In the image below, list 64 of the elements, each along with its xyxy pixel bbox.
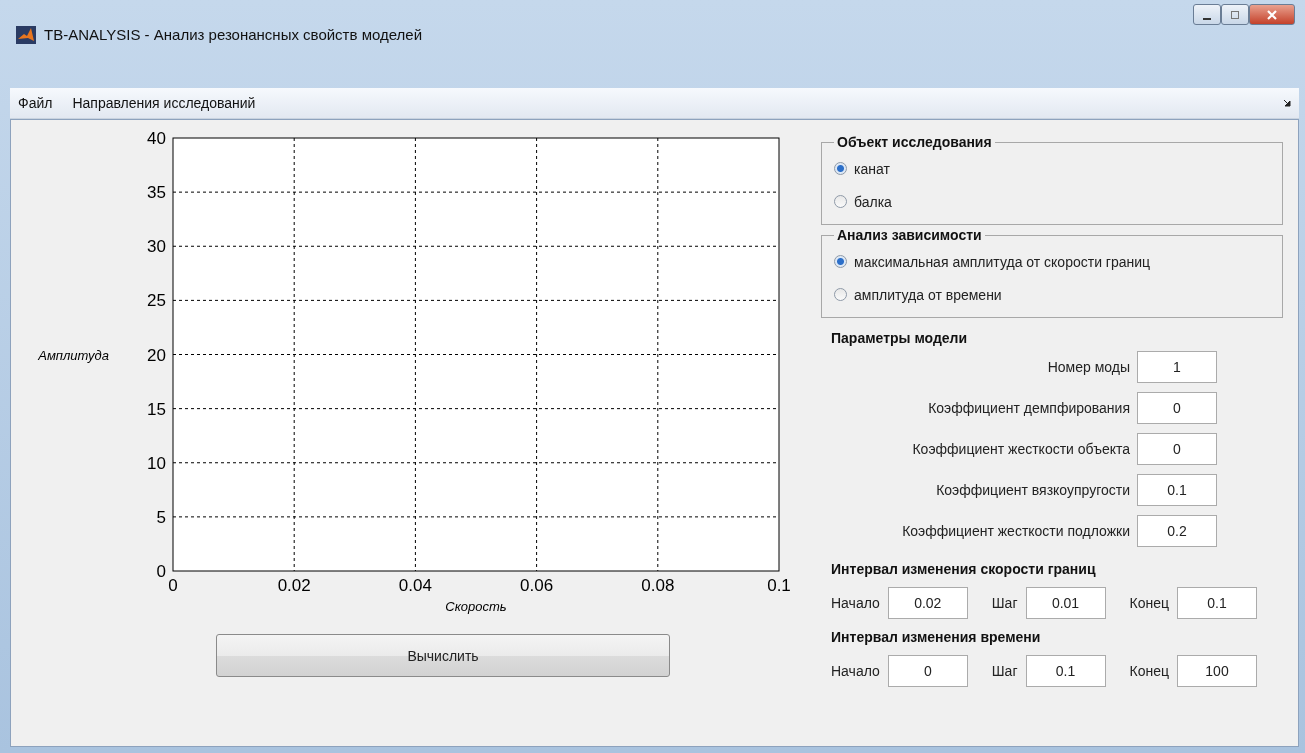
field-label: Шаг <box>991 595 1018 611</box>
field-label: Коэффициент жесткости объекта <box>912 440 1130 457</box>
input-field[interactable]: 0.1 <box>1137 473 1217 506</box>
radio-button[interactable] <box>834 255 847 268</box>
field-label: Начало <box>831 663 880 679</box>
field-label: Коэффициент вязкоупругости <box>936 481 1130 498</box>
radio-button[interactable] <box>834 288 847 301</box>
maximize-button[interactable] <box>1221 4 1249 25</box>
x-tick-label: 0.06 <box>520 576 554 595</box>
section-title: Интервал изменения скорости границ <box>831 561 1097 577</box>
field-label: Коэффициент жесткости подложки <box>902 522 1130 539</box>
input-field[interactable]: 0.1 <box>1177 587 1257 619</box>
radio-button[interactable] <box>834 195 847 208</box>
app-logo-icon <box>16 26 36 44</box>
radio-option[interactable]: максимальная амплитуда от скорости границ <box>834 245 1272 278</box>
section-title: Параметры модели <box>831 330 969 346</box>
x-tick-label: 0.1 <box>767 576 791 595</box>
field-label: Коэффициент демпфирования <box>928 399 1130 416</box>
y-tick-label: 15 <box>147 399 166 419</box>
maximize-icon <box>1230 9 1240 20</box>
field-label: Номер моды <box>1047 358 1130 375</box>
input-field[interactable]: 0 <box>1137 432 1217 465</box>
radio-option[interactable]: балка <box>834 185 1272 218</box>
y-tick-label: 0 <box>156 562 166 581</box>
input-field[interactable]: 0.1 <box>1025 655 1106 687</box>
input-field[interactable]: 100 <box>1177 655 1257 687</box>
y-axis-label: Амплитуда <box>38 347 109 363</box>
section-title: Интервал изменения времени <box>831 629 1042 645</box>
group-title: Анализ зависимости <box>836 227 983 243</box>
window-title: TB-ANALYSIS - Анализ резонансных свойств моделей <box>44 26 424 43</box>
menu-item[interactable]: Файл <box>18 95 53 111</box>
input-field[interactable]: 0.2 <box>1137 514 1217 547</box>
y-tick-label: 30 <box>147 237 166 257</box>
x-tick-label: 0.08 <box>641 576 675 595</box>
input-field[interactable]: 1 <box>1137 350 1217 383</box>
radio-button[interactable] <box>834 162 847 175</box>
close-icon <box>1266 8 1278 21</box>
y-tick-label: 10 <box>147 453 166 473</box>
menu-item[interactable]: Направления исследований <box>72 95 256 111</box>
field-label: Конец <box>1129 595 1169 611</box>
dock-arrow-icon[interactable] <box>1283 99 1291 107</box>
field-label: Конец <box>1129 663 1169 679</box>
input-field[interactable]: 0 <box>1137 391 1217 424</box>
y-tick-label: 40 <box>147 129 166 148</box>
x-tick-label: 0 <box>168 576 178 595</box>
minimize-button[interactable] <box>1193 4 1221 25</box>
input-field[interactable]: 0.02 <box>887 587 968 619</box>
compute-button[interactable]: Вычислить <box>216 634 670 677</box>
field-label: Шаг <box>991 663 1018 679</box>
y-tick-label: 5 <box>156 507 166 527</box>
input-field[interactable]: 0.01 <box>1025 587 1106 619</box>
y-tick-label: 25 <box>147 291 166 311</box>
x-axis-label: Скорость <box>445 599 507 614</box>
close-button[interactable] <box>1249 4 1295 25</box>
radio-option[interactable]: амплитуда от времени <box>834 278 1272 311</box>
radio-option[interactable]: канат <box>834 152 1272 185</box>
x-tick-label: 0.02 <box>277 576 311 595</box>
input-field[interactable]: 0 <box>887 655 968 687</box>
field-label: Начало <box>831 595 880 611</box>
y-tick-label: 35 <box>147 183 166 203</box>
x-tick-label: 0.04 <box>398 576 432 595</box>
minimize-icon <box>1203 17 1211 20</box>
y-tick-label: 20 <box>147 345 166 365</box>
group-title: Объект исследования <box>836 134 993 150</box>
